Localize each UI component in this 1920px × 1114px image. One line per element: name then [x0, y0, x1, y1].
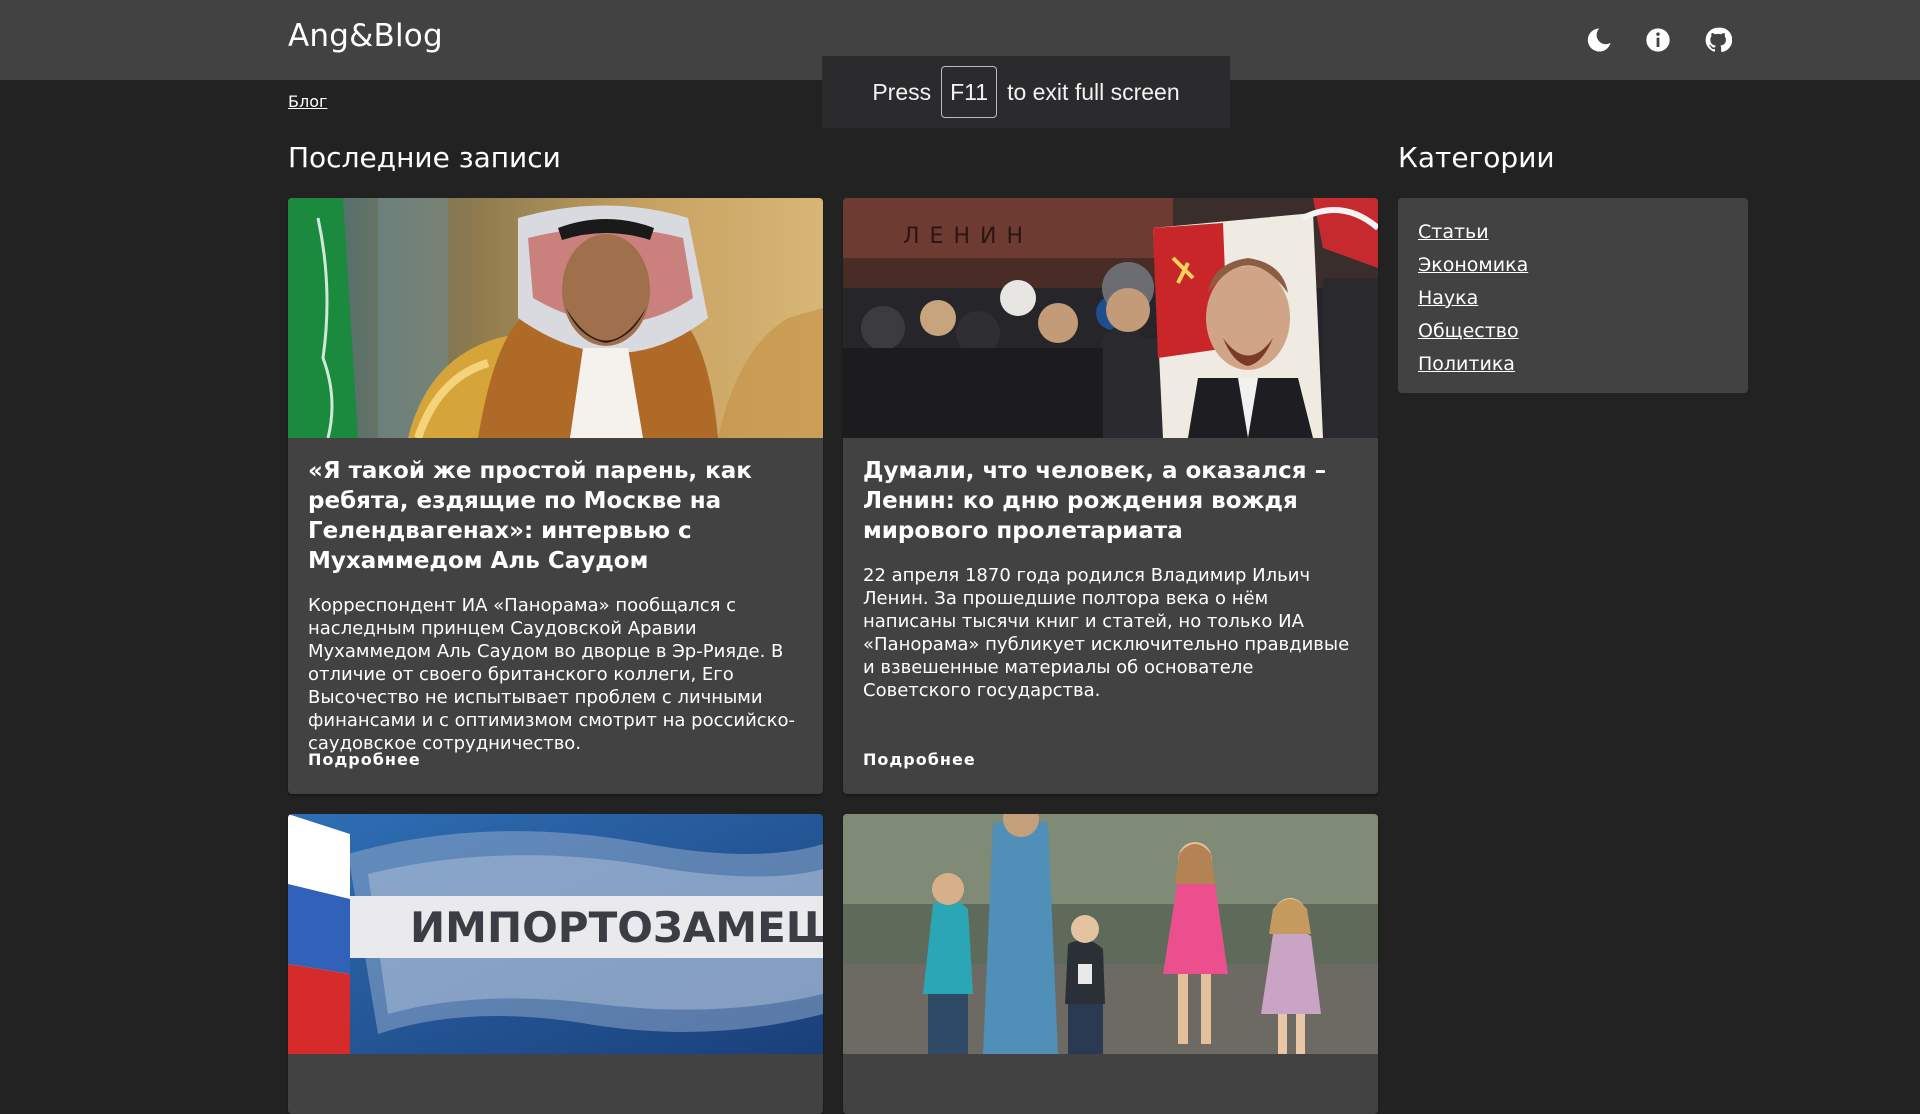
breadcrumb-blog[interactable]: Блог — [288, 92, 327, 111]
categories-panel: Статьи Экономика Наука Общество Политика — [1398, 198, 1748, 393]
fullscreen-exit-notice: Press F11 to exit full screen — [822, 56, 1230, 128]
theme-toggle-icon[interactable] — [1581, 22, 1617, 58]
post-title[interactable]: Думали, что человек, а оказался – Ленин:… — [863, 456, 1358, 546]
post-card: «Я такой же простой парень, как ребята, … — [288, 198, 823, 794]
categories-heading: Категории — [1398, 141, 1555, 174]
fullscreen-notice-prefix: Press — [872, 78, 932, 105]
post-excerpt: Корреспондент ИА «Панорама» пообщался с … — [308, 595, 796, 754]
post-excerpt: 22 апреля 1870 года родился Владимир Иль… — [863, 565, 1350, 701]
image-caption: ИМПОРТОЗАМЕЩЕНИ — [410, 903, 823, 952]
read-more-button[interactable]: Подробнее — [863, 750, 976, 769]
site-brand[interactable]: Ang&Blog — [288, 18, 443, 54]
post-image[interactable]: ИМПОРТОЗАМЕЩЕНИ — [288, 814, 823, 1054]
post-image[interactable] — [288, 198, 823, 438]
svg-text:ЛЕНИН: ЛЕНИН — [903, 224, 1033, 249]
category-link-articles[interactable]: Статьи — [1418, 216, 1728, 249]
post-image[interactable]: ЛЕНИН — [843, 198, 1378, 438]
read-more-button[interactable]: Подробнее — [308, 750, 421, 769]
post-card: ЛЕНИН Думали, что человек, а оказался – … — [843, 198, 1378, 794]
post-image[interactable] — [843, 814, 1378, 1054]
github-icon[interactable] — [1700, 22, 1736, 58]
category-link-economy[interactable]: Экономика — [1418, 249, 1728, 282]
post-card — [843, 814, 1378, 1114]
info-icon[interactable] — [1640, 22, 1676, 58]
f11-key-label: F11 — [941, 66, 998, 118]
post-title[interactable]: «Я такой же простой парень, как ребята, … — [308, 456, 803, 576]
category-link-politics[interactable]: Политика — [1418, 348, 1728, 381]
post-card: ИМПОРТОЗАМЕЩЕНИ — [288, 814, 823, 1114]
category-link-science[interactable]: Наука — [1418, 282, 1728, 315]
fullscreen-notice-suffix: to exit full screen — [1007, 78, 1180, 105]
category-link-society[interactable]: Общество — [1418, 315, 1728, 348]
latest-posts-heading: Последние записи — [288, 141, 561, 174]
